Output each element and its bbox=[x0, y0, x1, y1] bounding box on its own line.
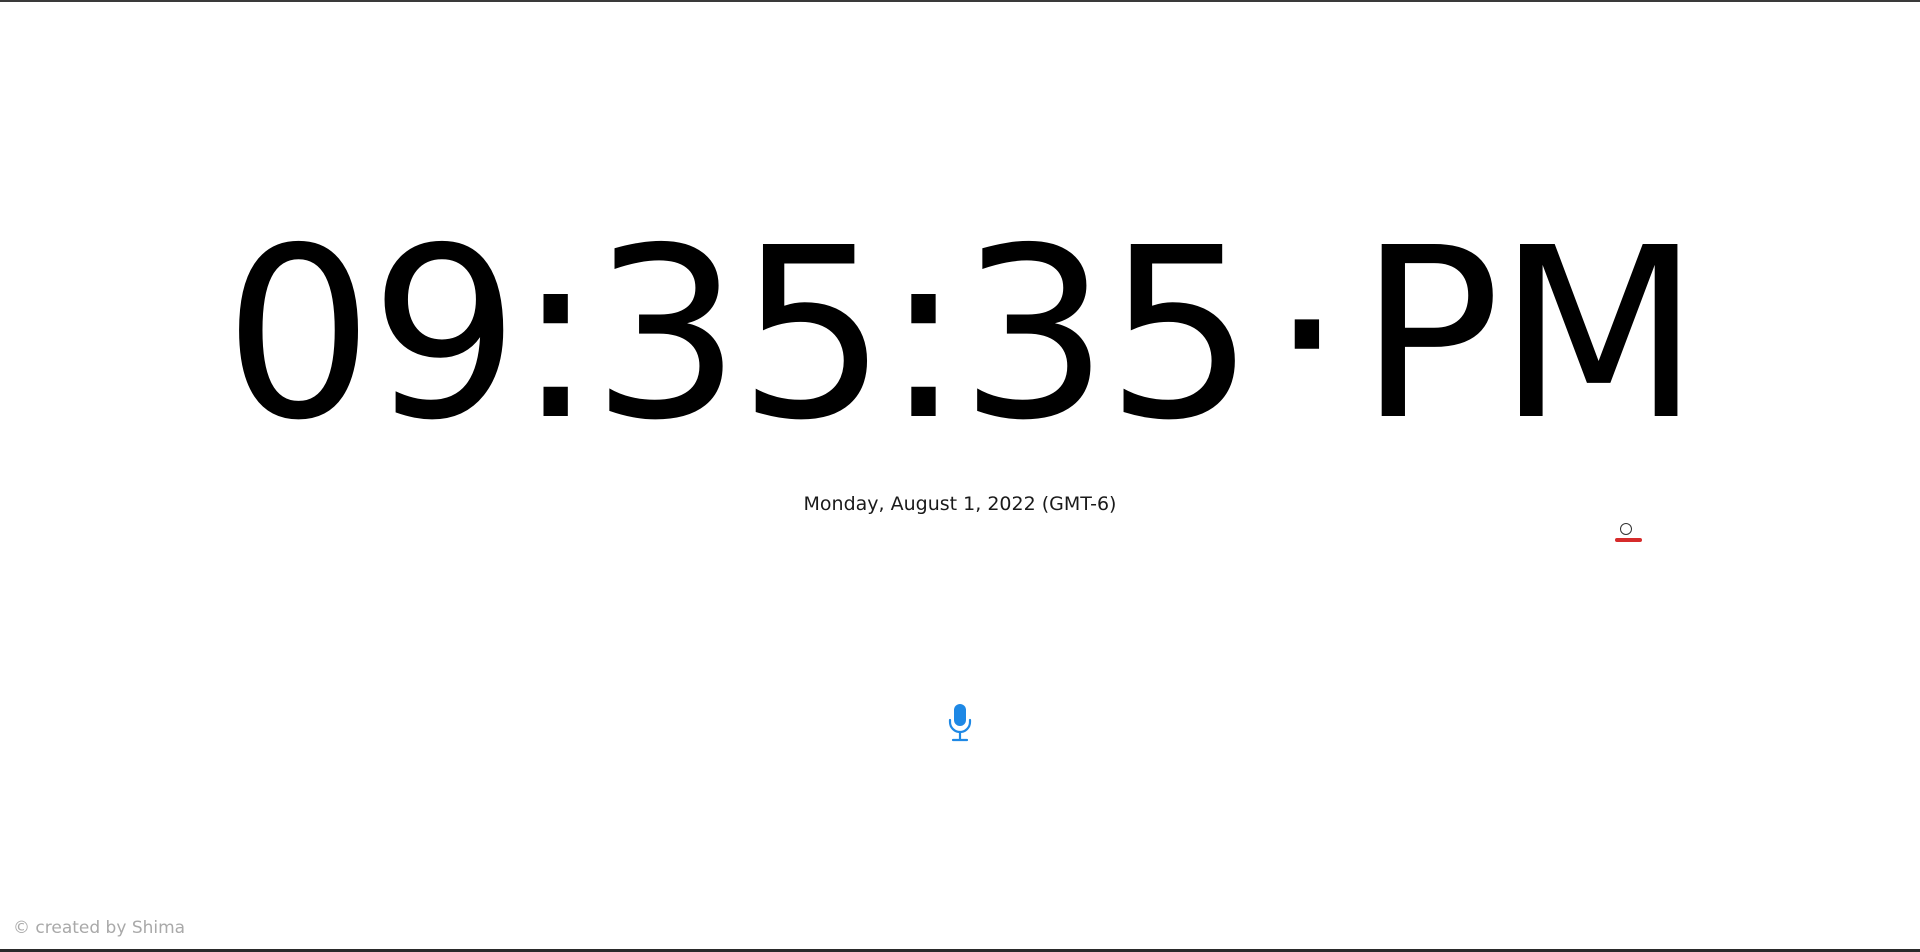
microphone-button[interactable] bbox=[945, 703, 975, 743]
clock-seconds: 35 bbox=[959, 197, 1255, 472]
clock-hours: 09 bbox=[223, 197, 520, 472]
clock-separator: : bbox=[883, 197, 963, 472]
alarm-indicator-bar bbox=[1615, 538, 1642, 542]
date-line: Monday, August 1, 2022 (GMT-6) bbox=[803, 493, 1117, 515]
clock-period: PM bbox=[1358, 197, 1701, 472]
clock-period-dot: · bbox=[1269, 197, 1345, 472]
top-border bbox=[0, 0, 1920, 2]
alarm-ring bbox=[1620, 523, 1632, 535]
alarm-icon[interactable] bbox=[1612, 521, 1644, 547]
clock-separator: : bbox=[515, 197, 595, 472]
clock-minutes: 35 bbox=[591, 197, 887, 472]
digital-clock: 09:35:35·PM bbox=[0, 215, 1920, 455]
footer-credit: © created by Shima bbox=[13, 918, 186, 938]
microphone-icon bbox=[948, 704, 972, 742]
